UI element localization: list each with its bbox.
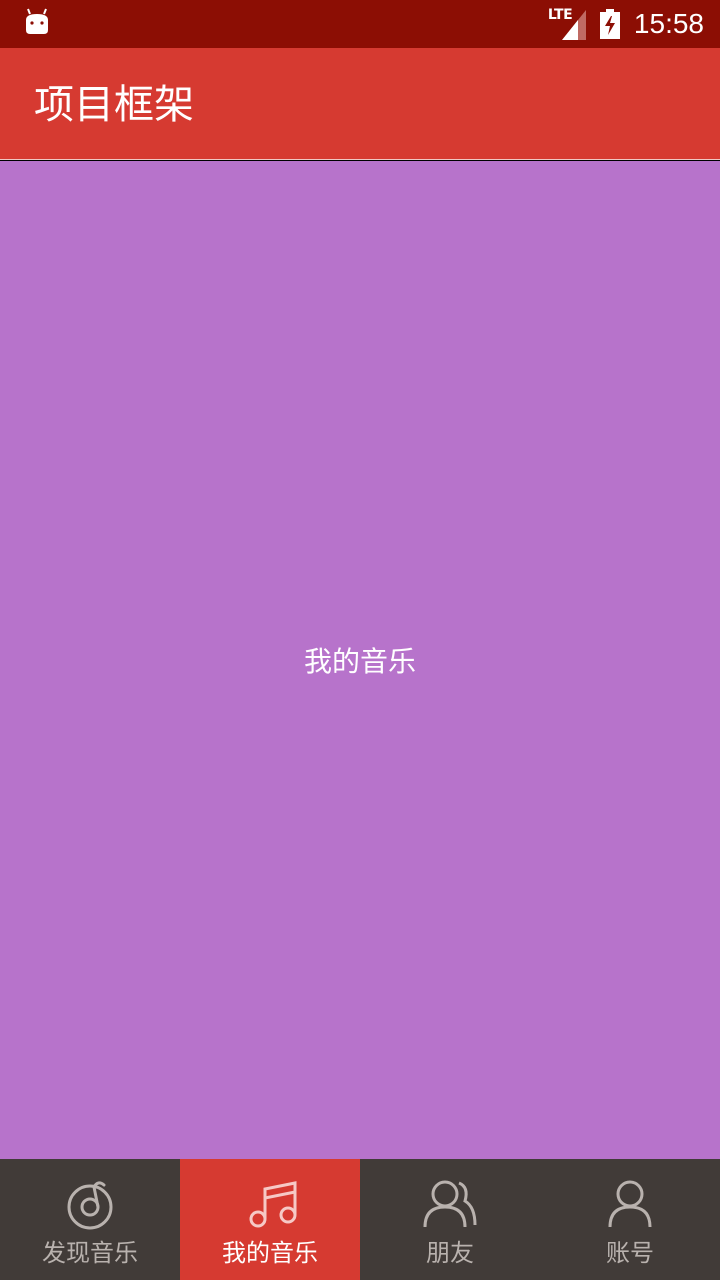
discover-music-icon [67, 1181, 113, 1230]
tab-friends[interactable]: 朋友 [360, 1159, 540, 1280]
tab-label: 账号 [606, 1239, 654, 1267]
app-bar: 项目框架 [0, 48, 720, 160]
tab-label: 朋友 [426, 1239, 474, 1267]
tab-discover-music[interactable]: 发现音乐 [0, 1159, 180, 1280]
tab-account[interactable]: 账号 [540, 1159, 720, 1280]
tab-label: 发现音乐 [42, 1239, 138, 1267]
status-bar: LTE 15:58 [0, 0, 720, 48]
android-debug-icon [26, 8, 48, 34]
battery-charging-icon [599, 9, 620, 39]
main-content: 我的音乐 [0, 161, 720, 1159]
friends-icon [423, 1180, 477, 1228]
bottom-navigation: 发现音乐 我的音乐 朋友 账号 [0, 1159, 720, 1280]
account-icon [608, 1180, 652, 1228]
signal-icon [561, 10, 586, 40]
tab-label: 我的音乐 [222, 1239, 318, 1267]
tab-my-music[interactable]: 我的音乐 [180, 1159, 360, 1280]
signal-indicator: LTE [546, 7, 586, 40]
content-label: 我的音乐 [303, 645, 416, 678]
page-title: 项目框架 [34, 82, 194, 128]
status-time: 15:58 [633, 8, 704, 39]
music-note-icon [249, 1181, 297, 1228]
